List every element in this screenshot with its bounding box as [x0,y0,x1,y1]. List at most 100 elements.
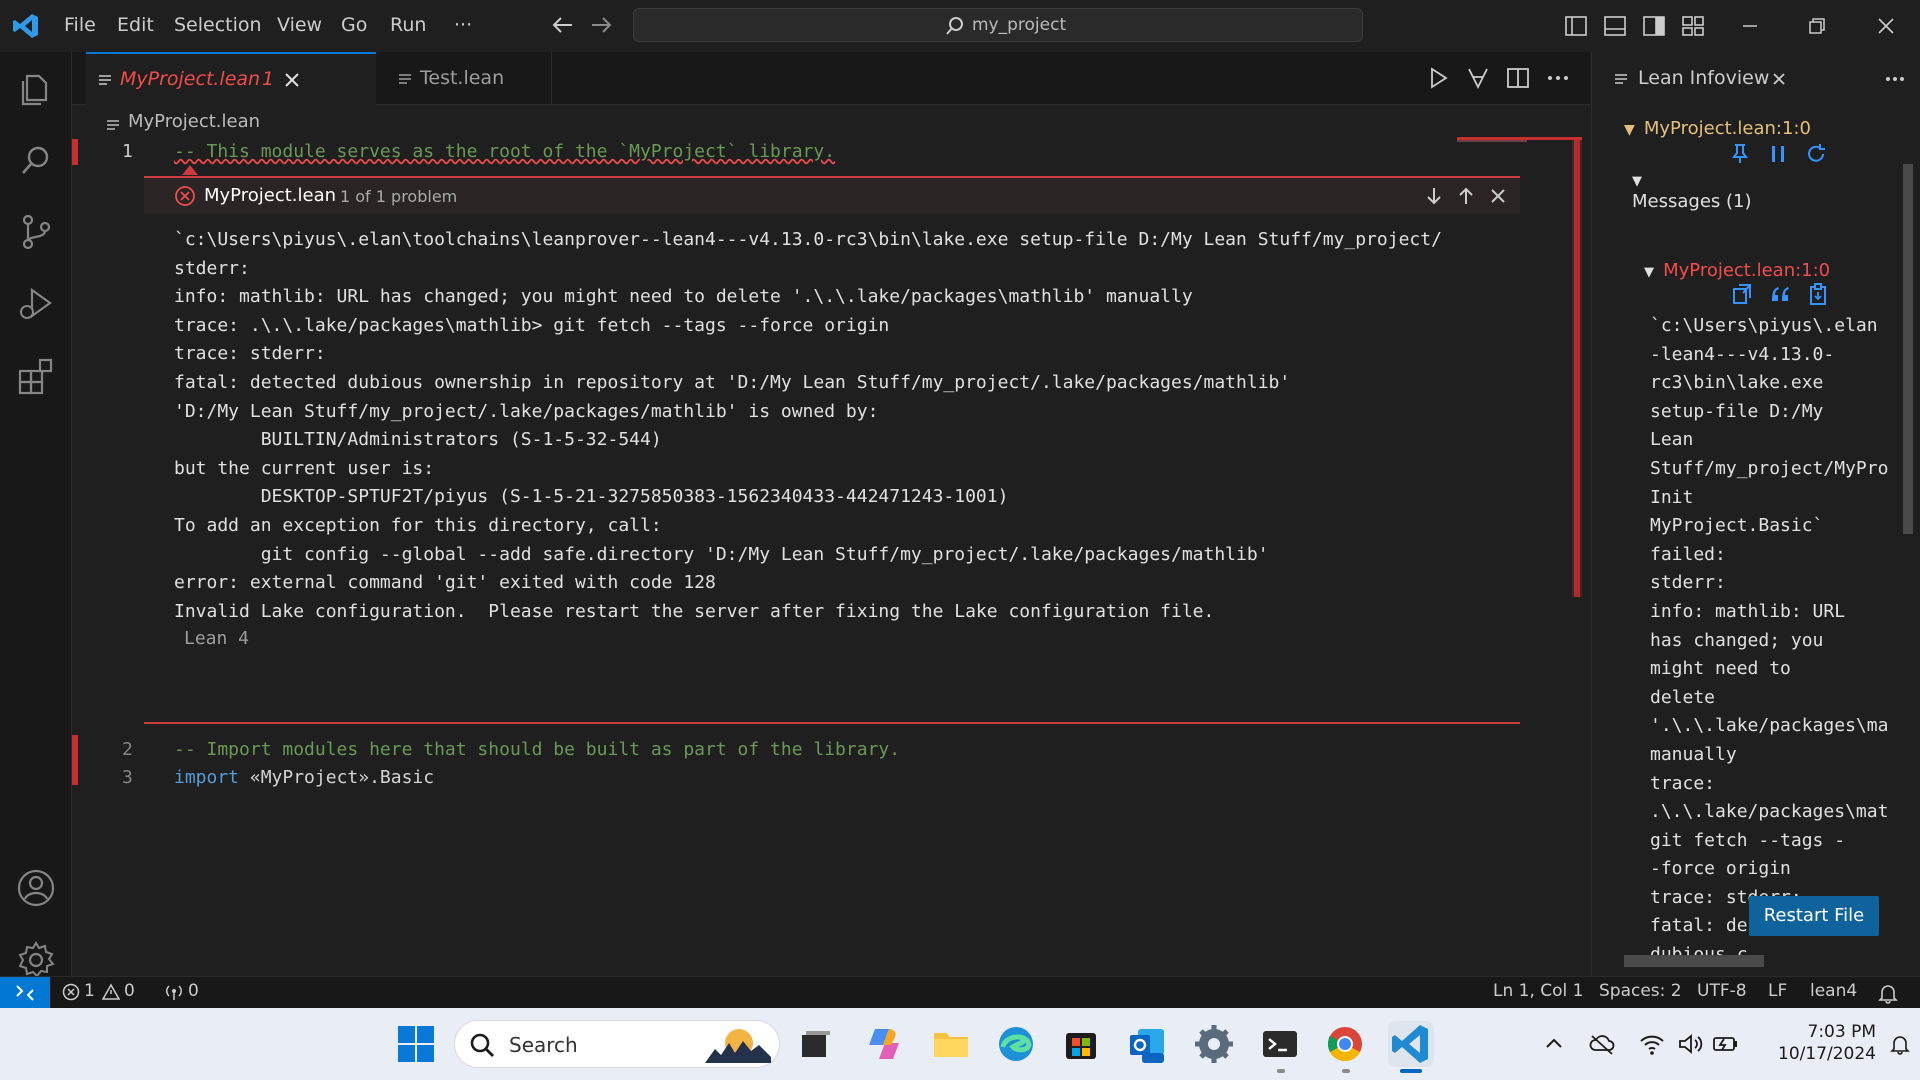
command-center-search[interactable]: my_project [633,8,1363,42]
clock-time: 7:03 PM [1807,1022,1877,1042]
tab-myproject-lean[interactable]: MyProject.lean 1 [86,52,376,105]
file-explorer-icon[interactable] [928,1021,974,1067]
language-mode[interactable]: lean4 [1810,981,1857,1001]
notification-bell-icon[interactable] [1888,1032,1912,1056]
restart-file-button[interactable]: Restart File [1749,896,1879,936]
more-actions-icon[interactable] [1546,66,1570,90]
split-editor-icon[interactable] [1506,66,1530,90]
wifi-icon[interactable] [1638,1030,1666,1058]
battery-charging-icon[interactable] [1712,1030,1740,1058]
editor-scrollbar[interactable] [1570,137,1584,975]
go-to-file-icon[interactable] [1730,282,1754,306]
outlook-new-icon[interactable] [1124,1021,1170,1067]
close-tab-icon[interactable] [282,70,302,90]
code-line-2[interactable]: -- Import modules here that should be bu… [174,739,900,760]
task-view-icon[interactable] [792,1021,838,1067]
breadcrumb-file[interactable]: MyProject.lean [128,111,260,132]
pin-icon[interactable] [1728,142,1752,166]
minimize-window-icon[interactable] [1738,14,1762,38]
clock[interactable]: 7:03 PM 10/17/2024 [1752,1018,1876,1070]
warning-count: 0 [124,981,135,1001]
message-body: `c:\Users\piyus\.elan -lean4---v4.13.0- … [1650,312,1900,988]
error-gutter-marker [72,139,78,165]
onedrive-cloud-icon[interactable] [1588,1030,1616,1058]
menu-file[interactable]: File [64,14,96,36]
pause-icon[interactable] [1766,142,1790,166]
line-number: 2 [122,739,133,760]
menu-edit[interactable]: Edit [117,14,154,36]
infoview-tab[interactable]: Lean Infoview [1614,52,1854,104]
message-position: MyProject.lean:1:0 [1663,260,1831,281]
refresh-icon[interactable] [1804,142,1828,166]
volume-icon[interactable] [1676,1030,1704,1058]
menu-run[interactable]: Run [390,14,426,36]
more-actions-icon[interactable] [1884,68,1906,90]
infoview-header[interactable]: ▼ MyProject.lean:1:0 [1624,118,1811,139]
restore-window-icon[interactable] [1805,14,1829,38]
editor-area[interactable]: MyProject.lean 1 -- This module serves a… [72,105,1590,976]
ports-count: 0 [188,981,199,1001]
infoview-horizontal-scrollbar[interactable] [1604,952,1904,968]
triangle-down-icon: ▼ [1644,265,1654,280]
problem-peek-widget: MyProject.lean 1 of 1 problem `c:\Users\… [144,176,1520,724]
terminal-icon[interactable] [1257,1021,1303,1067]
vscode-taskbar-icon[interactable] [1388,1021,1434,1067]
peek-pointer [182,165,198,175]
remote-arrows-icon [14,982,36,1004]
source-control-icon[interactable] [14,210,58,254]
remote-indicator[interactable] [0,977,50,1008]
encoding[interactable]: UTF-8 [1697,981,1747,1001]
messages-section[interactable]: ▼ Messages (1) [1632,174,1752,212]
message-line: -force origin [1650,858,1791,880]
cursor-position[interactable]: Ln 1, Col 1 [1493,981,1584,1001]
message-line: rc3\bin\lake.exe [1650,372,1824,394]
toggle-primary-sidebar-icon[interactable] [1564,14,1588,38]
copilot-icon[interactable] [861,1021,907,1067]
menu-more[interactable]: ··· [454,14,472,36]
tab-test-lean[interactable]: Test.lean [376,52,552,105]
toggle-secondary-sidebar-icon[interactable] [1642,14,1666,38]
quote-icon[interactable] [1768,282,1792,306]
code-line-1[interactable]: -- This module serves as the root of the… [174,141,835,162]
explorer-icon[interactable] [14,66,58,110]
error-gutter-marker [72,735,78,785]
extensions-icon[interactable] [14,354,58,398]
windows-start-icon[interactable] [394,1022,438,1066]
running-indicator [1342,1069,1350,1073]
taskbar-search[interactable]: Search [454,1020,780,1068]
close-peek-icon[interactable] [1488,186,1508,206]
menu-view[interactable]: View [277,14,322,36]
end-of-line[interactable]: LF [1768,981,1787,1001]
edge-browser-icon[interactable] [993,1021,1039,1067]
next-problem-arrow-icon[interactable] [1424,186,1444,206]
show-hidden-icons-chevron-icon[interactable] [1542,1032,1566,1056]
close-infoview-icon[interactable] [1770,70,1788,88]
message-header[interactable]: ▼ MyProject.lean:1:0 [1644,260,1830,281]
back-arrow-icon[interactable] [550,12,576,38]
indentation[interactable]: Spaces: 2 [1599,981,1682,1001]
search-icon[interactable] [14,138,58,182]
run-debug-icon[interactable] [14,282,58,326]
code-line-3[interactable]: import «MyProject».Basic [174,767,434,788]
toggle-panel-icon[interactable] [1603,14,1627,38]
problems-indicator[interactable]: 1 0 [62,981,142,1005]
menu-selection[interactable]: Selection [174,14,262,36]
infoview-vertical-scrollbar[interactable] [1897,112,1913,992]
notifications-bell-icon[interactable] [1877,982,1899,1004]
menu-go[interactable]: Go [341,14,367,36]
ports-indicator[interactable]: 0 [164,981,204,1005]
previous-problem-arrow-icon[interactable] [1456,186,1476,206]
copy-to-clipboard-icon[interactable] [1806,282,1830,306]
message-line: error: external command 'git' exited wit… [174,572,716,594]
accounts-icon[interactable] [14,866,58,910]
chrome-browser-icon[interactable] [1322,1021,1368,1067]
forward-arrow-icon[interactable] [588,12,614,38]
message-line: -lean4---v4.13.0- [1650,343,1835,365]
microsoft-store-icon[interactable] [1058,1021,1104,1067]
settings-gear-icon[interactable] [1191,1021,1237,1067]
run-play-icon[interactable] [1426,66,1450,90]
problem-count-badge: 1 [262,68,275,90]
lean-forall-icon[interactable] [1466,66,1490,90]
customize-layout-icon[interactable] [1681,14,1705,38]
close-window-icon[interactable] [1874,14,1898,38]
